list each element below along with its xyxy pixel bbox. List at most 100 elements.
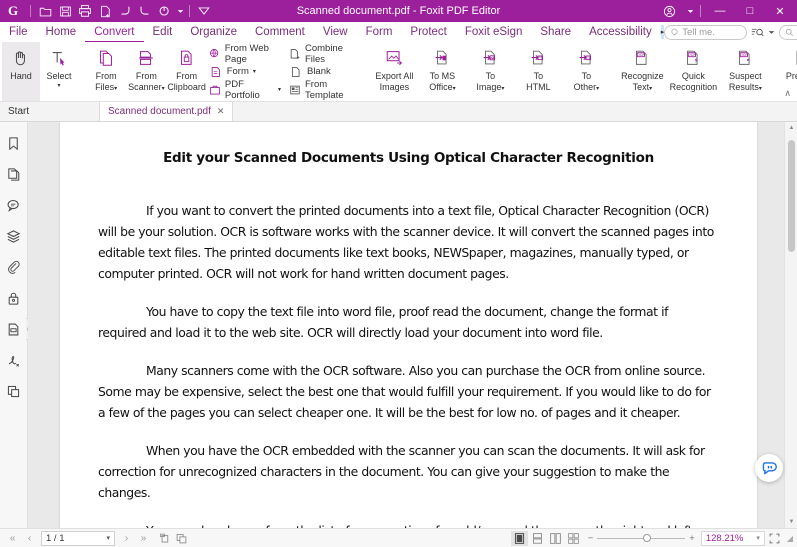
find-input[interactable]: Find [779,24,797,40]
combine-files-button[interactable]: Combine Files [289,43,360,65]
bookmarks-icon[interactable] [3,132,25,154]
open-file-icon[interactable] [35,2,55,20]
export-all-images-button[interactable]: Export All Images [370,42,418,101]
scroll-down-arrow-icon[interactable]: ▼ [785,516,797,528]
menu-share[interactable]: Share [531,22,580,42]
from-files-button[interactable]: From Files▾ [86,42,126,101]
scrollbar-thumb[interactable] [788,140,795,252]
tab-close-icon[interactable]: ✕ [217,106,225,117]
touch-mode-icon[interactable] [155,2,175,20]
single-page-view-icon[interactable] [510,530,528,546]
quick-recognition-button[interactable]: OCR Quick Recognition [666,42,720,101]
advanced-search-icon[interactable] [751,27,764,38]
security-icon[interactable] [3,287,25,309]
from-web-page-button[interactable]: From Web Page [209,43,285,65]
menu-accessibility[interactable]: Accessibility [580,22,661,42]
to-ms-office-caret-icon[interactable]: ▾ [453,86,456,92]
menu-foxit-esign[interactable]: Foxit eSign [456,22,532,42]
to-other-caret-icon[interactable]: ▾ [596,86,599,92]
rotate-view-icon[interactable] [156,530,173,547]
next-page-button[interactable]: › [118,530,135,547]
zoom-out-button[interactable]: − [588,533,594,544]
continuous-view-icon[interactable] [529,531,546,546]
attachments-icon[interactable] [3,256,25,278]
document-viewport[interactable]: Edit your Scanned Documents Using Optica… [28,122,797,528]
zoom-in-button[interactable]: + [689,533,695,544]
from-template-button[interactable]: From Template [289,79,360,101]
recognize-text-caret-icon[interactable]: ▾ [649,86,652,92]
from-clipboard-button[interactable]: From Clipboard [166,42,206,101]
save-icon[interactable] [55,2,75,20]
select-tool-button[interactable]: Select ▾ [40,42,78,101]
account-icon[interactable] [654,0,684,22]
page-thumbnails-icon[interactable] [3,163,25,185]
customize-toolbar-icon[interactable] [194,2,214,20]
to-other-button[interactable]: To Other▾ [562,42,610,101]
vertical-scrollbar[interactable]: ▲ ▼ [784,122,797,528]
menu-edit[interactable]: Edit [144,22,182,42]
last-page-button[interactable]: » [135,530,152,547]
previous-page-button[interactable]: ‹ [21,530,38,547]
page-number-input[interactable]: 1 / 1 ▾ [41,530,115,546]
print-icon[interactable] [75,2,95,20]
create-pdf-icon[interactable] [95,2,115,20]
to-ms-office-button[interactable]: To MS Office▾ [418,42,466,101]
destinations-icon[interactable] [3,380,25,402]
menu-home[interactable]: Home [37,22,86,42]
account-caret-icon[interactable] [684,0,696,22]
minimize-button[interactable]: — [705,0,735,22]
blank-page-button[interactable]: Blank [289,64,360,80]
maximize-button[interactable]: □ [735,0,765,22]
undo-icon[interactable] [115,2,135,20]
tab-start[interactable]: Start [0,101,100,121]
reflow-view-icon[interactable] [173,530,190,547]
touch-mode-caret-icon[interactable] [175,2,185,20]
tell-me-input[interactable]: Tell me. [664,24,748,40]
to-image-caret-icon[interactable]: ▾ [501,86,504,92]
tab-scanned-document[interactable]: Scanned document.pdf ✕ [100,101,234,121]
zoom-slider-track[interactable] [597,534,686,542]
redo-icon[interactable] [135,2,155,20]
to-image-button[interactable]: To Image▾ [466,42,514,101]
fullscreen-icon[interactable] [766,531,783,546]
suspect-results-caret-icon[interactable]: ▾ [759,86,762,92]
ribbon-collapse-button[interactable]: ∧ [784,88,791,99]
menu-view[interactable]: View [314,22,357,42]
menu-form[interactable]: Form [357,22,402,42]
pdf-portfolio-button[interactable]: PDF Portfolio ▾ [209,79,285,101]
layers-icon[interactable] [3,225,25,247]
facing-view-icon[interactable] [547,531,564,546]
form-caret-icon[interactable]: ▾ [253,68,256,75]
foxit-logo-icon[interactable]: G [0,3,26,19]
form-button[interactable]: Form ▾ [209,64,285,80]
hand-tool-button[interactable]: Hand [2,42,40,101]
menu-file[interactable]: File [0,22,37,42]
recognize-text-button[interactable]: OCR Recognize Text▾ [618,42,666,101]
page-number-caret-icon[interactable]: ▾ [106,534,110,542]
menu-comment[interactable]: Comment [246,22,314,42]
fields-icon[interactable] [3,318,25,340]
first-page-button[interactable]: « [4,530,21,547]
menu-protect[interactable]: Protect [401,22,455,42]
signatures-icon[interactable] [3,349,25,371]
to-html-button[interactable]: To HTML [514,42,562,101]
facing-continuous-view-icon[interactable] [565,531,582,546]
ai-assistant-button[interactable] [755,454,783,482]
scroll-up-arrow-icon[interactable]: ▲ [785,122,797,134]
close-button[interactable]: ✕ [765,0,795,22]
select-caret-icon[interactable]: ▾ [57,81,60,91]
from-files-caret-icon[interactable]: ▾ [114,86,117,92]
zoom-level-caret-icon[interactable]: ▾ [756,534,760,542]
from-scanner-button[interactable]: From Scanner▾ [126,42,166,101]
zoom-level-input[interactable]: 128.21% ▾ [700,530,765,546]
search-caret-icon[interactable] [768,29,775,36]
window-resize-grip[interactable]: ◢ [784,534,793,543]
pdf-portfolio-caret-icon[interactable]: ▾ [278,86,281,93]
from-scanner-caret-icon[interactable]: ▾ [162,86,165,92]
menu-organize[interactable]: Organize [181,22,246,42]
zoom-slider-knob[interactable] [643,534,652,542]
zoom-slider[interactable]: − + [588,533,695,544]
suspect-results-button[interactable]: OCR Suspect Results▾ [720,42,770,101]
menu-convert[interactable]: Convert [85,22,144,42]
comments-icon[interactable] [3,194,25,216]
